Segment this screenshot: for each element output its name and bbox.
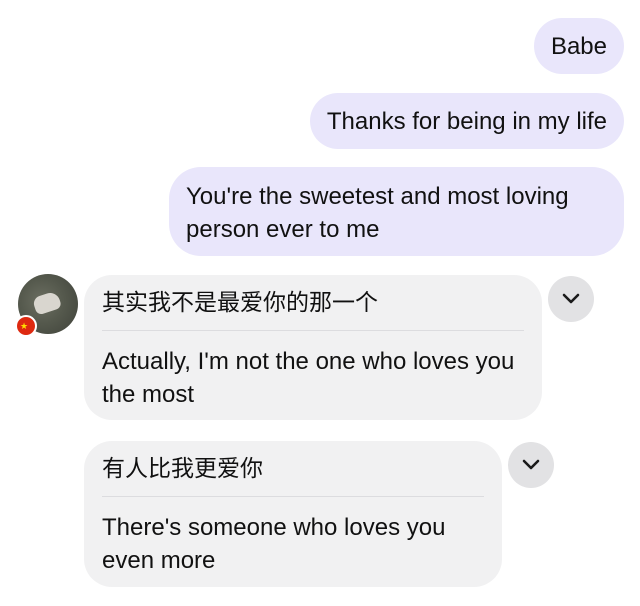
incoming-message[interactable]: 其实我不是最爱你的那一个 Actually, I'm not the one w… — [84, 275, 542, 420]
outgoing-message[interactable]: You're the sweetest and most loving pers… — [169, 167, 624, 256]
translated-text: Actually, I'm not the one who loves you … — [102, 348, 515, 408]
original-text: 有人比我更爱你 — [102, 456, 263, 482]
translation-divider — [102, 330, 524, 331]
outgoing-message[interactable]: Babe — [533, 18, 624, 74]
translated-text: There's someone who loves you even more — [102, 514, 446, 574]
original-text: 其实我不是最爱你的那一个 — [102, 290, 378, 316]
expand-button[interactable] — [548, 276, 594, 322]
avatar-photo — [31, 290, 63, 316]
translation-divider — [102, 496, 484, 497]
incoming-message[interactable]: 有人比我更爱你 There's someone who loves you ev… — [84, 441, 502, 587]
chevron-down-icon — [522, 459, 540, 470]
china-flag-icon: ★ — [15, 315, 37, 337]
chevron-down-icon — [562, 293, 580, 304]
message-text: You're the sweetest and most loving pers… — [186, 183, 569, 243]
message-text: Babe — [550, 33, 607, 60]
message-text: Thanks for being in my life — [326, 108, 607, 135]
outgoing-message[interactable]: Thanks for being in my life — [309, 93, 624, 149]
expand-button[interactable] — [508, 442, 554, 488]
